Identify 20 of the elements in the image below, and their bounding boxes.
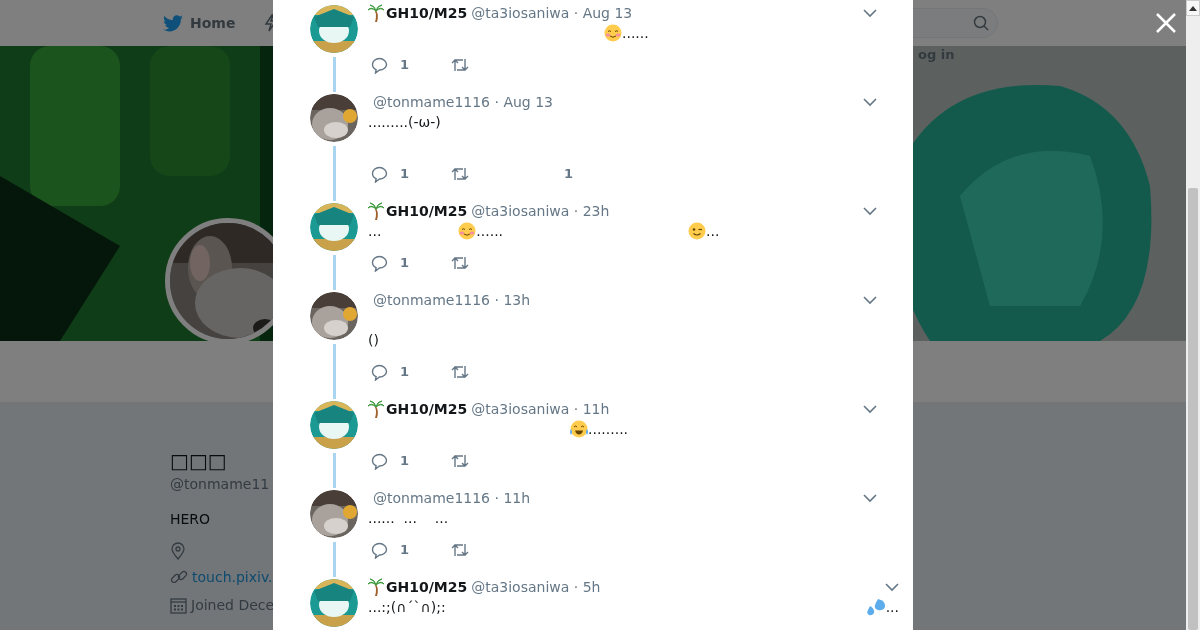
profile-handle: @tonmame11 [170,475,271,494]
reply-button[interactable]: 1 [368,362,448,382]
home-link[interactable]: Home [190,12,236,34]
tweet-text: ......... [588,419,629,439]
reply-button[interactable]: 1 [368,451,448,471]
handle-and-time: @ta3iosaniwa · 11h [471,399,610,419]
profile-bio: HERO [170,510,212,529]
tweet-text: ... [885,597,899,617]
tweet-text: ...:;(∩´`∩);: [368,597,446,617]
handle-and-time: @ta3iosaniwa · 5h [471,577,601,597]
handle-and-time: @ta3iosaniwa · Aug 13 [471,3,633,23]
reply-button[interactable]: 1 [368,540,448,560]
user-name[interactable]: GH10/M25 [386,576,468,598]
tweet-text: ...... ... ... [368,508,449,528]
user-name[interactable]: GH10/M25 [386,2,468,24]
tweet-text: ...... [622,23,649,43]
joined-date: Joined Dece [191,595,275,615]
user-name[interactable]: GH10/M25 [386,398,468,420]
handle-and-time: @tonmame1116 · 11h [373,488,531,508]
profile-name: □□□ [170,448,228,474]
